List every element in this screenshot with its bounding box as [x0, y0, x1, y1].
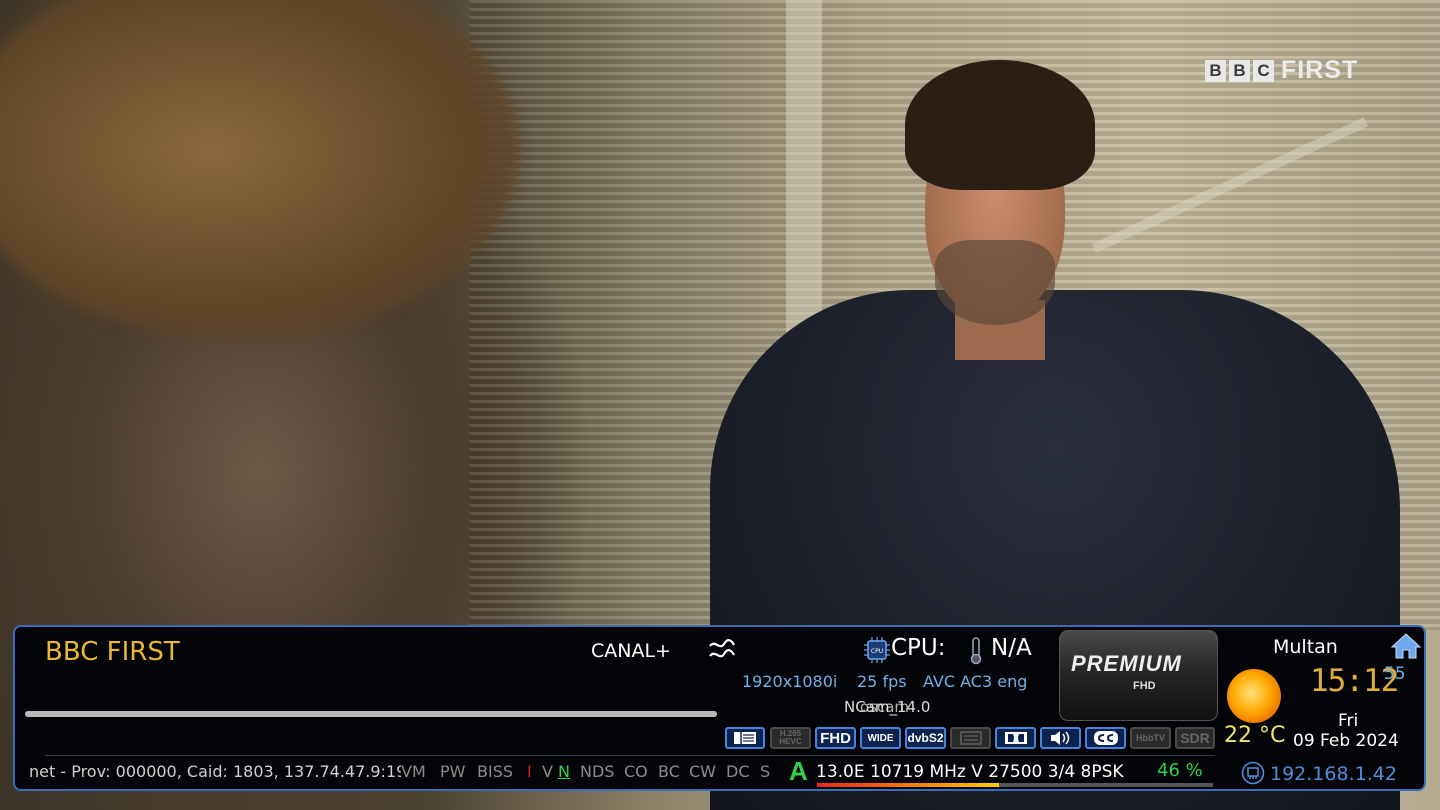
ip-address: 192.168.1.42: [1270, 763, 1397, 785]
caid-vm: VM: [401, 762, 426, 781]
dolby-icon: [1004, 732, 1027, 744]
caid-pw: PW: [440, 762, 466, 781]
snr-value: 46 %: [1157, 760, 1203, 781]
progress-fill: [25, 711, 717, 717]
temperature-value: N/A: [991, 635, 1032, 661]
cam-name-overlay: oscam: [860, 698, 910, 716]
caid-irdeto: I: [527, 762, 532, 781]
caid-cryptoworks: CW: [689, 762, 716, 781]
fhd-badge: FHD: [815, 727, 856, 749]
caid-nagra: N: [558, 762, 570, 781]
clock-seconds: 55: [1384, 664, 1406, 684]
caid-dreamcrypt: DC: [726, 762, 750, 781]
tuner-info: 13.0E 10719 MHz V 27500 3/4 8PSK: [816, 762, 1124, 782]
dvbs2-badge: dvbS2: [905, 727, 946, 749]
caid-seca: S: [760, 762, 771, 781]
home-icon: [1390, 633, 1422, 659]
video-resolution: 1920x1080i: [742, 672, 838, 691]
logo-letter: C: [1253, 59, 1274, 82]
weekday: Fri: [1338, 711, 1359, 731]
sdr-badge: SDR: [1175, 727, 1215, 749]
network-icon: [1241, 761, 1265, 785]
decoder-badge: [725, 727, 765, 749]
scrambled-icon: [709, 639, 735, 658]
hbbtv-badge: HbbTV: [1130, 727, 1171, 749]
man-hair: [905, 60, 1095, 190]
hevc-badge: H.265 HEVC: [770, 727, 811, 749]
speaker-icon: [1050, 731, 1069, 745]
caid-nds: NDS: [580, 762, 615, 781]
divider: [45, 755, 1215, 756]
audio-badge: [1040, 727, 1081, 749]
frame-rate: 25 fps: [857, 672, 907, 691]
premium-title: PREMIUM: [1071, 651, 1182, 676]
cpu-icon: CPU: [864, 637, 890, 663]
cpu-label: CPU:: [891, 635, 946, 661]
woman-figure: [0, 0, 520, 340]
thermometer-icon: [970, 637, 982, 665]
subtitles-badge: [1085, 727, 1126, 749]
caid-conax: CO: [624, 762, 648, 781]
channel-name: BBC FIRST: [45, 637, 180, 667]
tuner-letter: A: [789, 756, 808, 786]
cc-icon: [1093, 731, 1118, 745]
dolby-badge: [995, 727, 1036, 749]
man-beard: [935, 240, 1055, 325]
snr-bar-fill: [817, 783, 1000, 787]
wide-badge: WIDE: [860, 727, 901, 749]
date: 09 Feb 2024: [1293, 731, 1399, 751]
channel-logo: B B C FIRST: [1205, 56, 1358, 85]
caid-betacrypt: BC: [658, 762, 680, 781]
codec-info: AVC AC3 eng: [923, 672, 1028, 691]
weather-city: Multan: [1273, 636, 1338, 658]
premium-subtitle: FHD: [1133, 680, 1156, 692]
logo-letter: B: [1229, 59, 1250, 82]
decoder-icon: [734, 732, 756, 744]
logo-word: FIRST: [1281, 56, 1359, 84]
caid-biss: BISS: [477, 762, 514, 781]
weather-temperature: 22 °C: [1224, 723, 1286, 748]
sun-icon: [1227, 669, 1281, 723]
provider-name: CANAL+: [591, 640, 671, 662]
logo-letter: B: [1205, 59, 1226, 82]
ecm-info: net - Prov: 000000, Caid: 1803, 137.74.4…: [29, 762, 401, 781]
infobar: BBC FIRST CANAL+ CPU CPU: N/A 1920x1080i…: [13, 625, 1426, 791]
caid-viaccess: V: [542, 762, 553, 781]
teletext-icon: [959, 731, 982, 745]
svg-text:CPU: CPU: [871, 648, 883, 655]
teletext-badge: [950, 727, 991, 749]
